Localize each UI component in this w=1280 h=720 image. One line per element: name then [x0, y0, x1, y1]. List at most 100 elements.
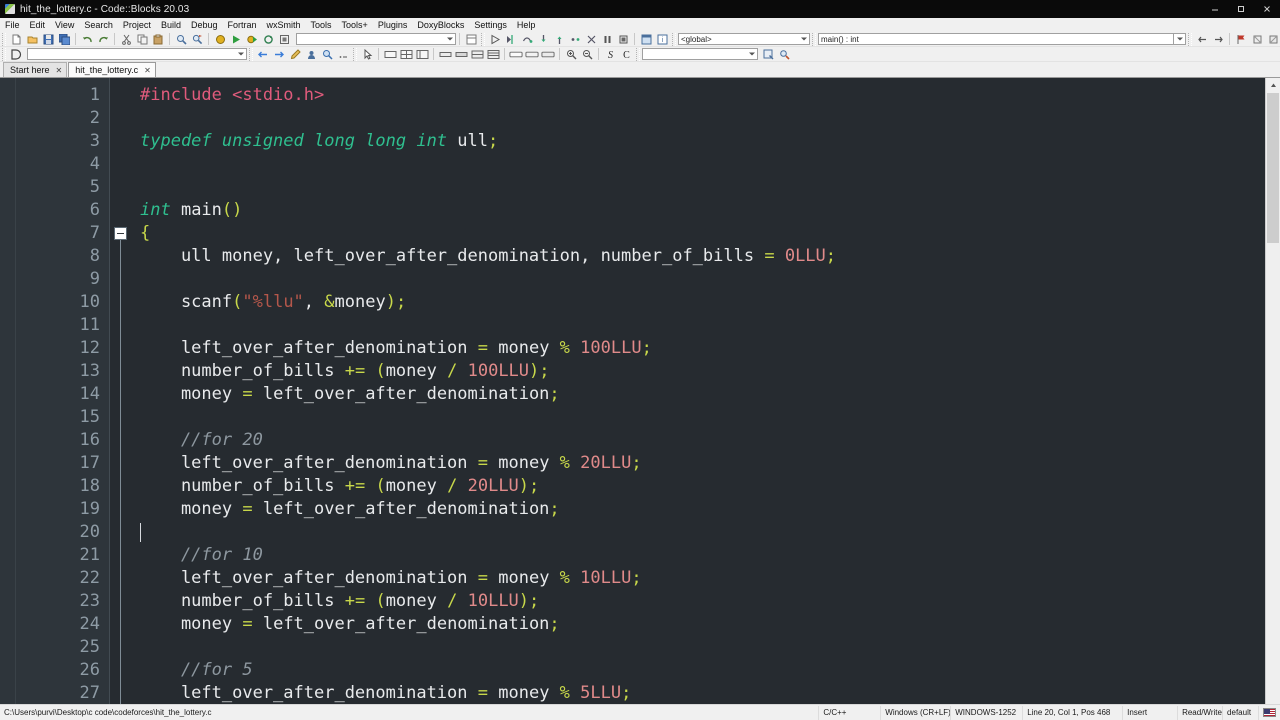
debugging-windows-icon[interactable] [639, 33, 653, 46]
fold-row[interactable] [110, 337, 138, 360]
tab-start-here[interactable]: Start here ✕ [3, 62, 68, 77]
menu-item-help[interactable]: Help [512, 18, 541, 32]
find-symbol-icon[interactable] [761, 48, 775, 61]
fold-row[interactable] [110, 176, 138, 199]
fold-row[interactable] [110, 498, 138, 521]
search-input[interactable] [642, 48, 758, 60]
save-all-icon[interactable] [57, 33, 71, 46]
build-icon[interactable] [213, 33, 227, 46]
menu-item-tools-plus[interactable]: Tools+ [337, 18, 373, 32]
fold-row[interactable] [110, 429, 138, 452]
fold-row[interactable] [110, 153, 138, 176]
box2-icon[interactable] [525, 48, 539, 61]
close-icon[interactable]: ✕ [144, 66, 151, 75]
next-icon[interactable] [1211, 33, 1225, 46]
menu-item-build[interactable]: Build [156, 18, 186, 32]
breakpoint3-icon[interactable] [1266, 33, 1280, 46]
menu-item-project[interactable]: Project [118, 18, 156, 32]
menu-item-fortran[interactable]: Fortran [222, 18, 261, 32]
build-options-icon[interactable] [464, 33, 478, 46]
fold-row[interactable] [110, 107, 138, 130]
debug-next-instruction-icon[interactable] [568, 33, 582, 46]
fold-margin[interactable] [110, 78, 138, 704]
toolbar-grip[interactable] [636, 47, 640, 61]
fold-row[interactable] [110, 475, 138, 498]
panel-icon[interactable] [383, 48, 397, 61]
menu-item-wxsmith[interactable]: wxSmith [262, 18, 306, 32]
save-icon[interactable] [41, 33, 55, 46]
new-file-icon[interactable] [9, 33, 23, 46]
debug-continue-icon[interactable] [488, 33, 502, 46]
run-icon[interactable] [229, 33, 243, 46]
vbox-icon[interactable] [470, 48, 484, 61]
debug-step-into-icon[interactable] [536, 33, 550, 46]
highlight-icon[interactable] [288, 48, 302, 61]
cut-icon[interactable] [119, 33, 133, 46]
doxyblocks-combo[interactable] [27, 48, 247, 60]
undo-icon[interactable] [80, 33, 94, 46]
fold-row[interactable] [110, 383, 138, 406]
zoom-out-icon[interactable] [580, 48, 594, 61]
vertical-scrollbar[interactable] [1265, 78, 1280, 704]
scope-combo[interactable]: <global> [678, 33, 810, 45]
symbol-s-icon[interactable]: S [603, 48, 617, 61]
fold-row[interactable] [110, 199, 138, 222]
maximize-button[interactable] [1228, 0, 1254, 18]
toolbar-grip[interactable] [2, 47, 6, 61]
debug-stop-icon[interactable] [616, 33, 630, 46]
fold-row[interactable] [110, 682, 138, 704]
code-text-area[interactable]: #include <stdio.h> typedef unsigned long… [138, 78, 1280, 704]
replace-icon[interactable] [190, 33, 204, 46]
fold-row[interactable] [110, 567, 138, 590]
fold-collapse-icon[interactable] [114, 227, 127, 240]
box-icon[interactable] [509, 48, 523, 61]
menu-item-debug[interactable]: Debug [186, 18, 223, 32]
breakpoint-icon[interactable] [1234, 33, 1248, 46]
toolbar-grip[interactable] [353, 47, 357, 61]
menu-item-view[interactable]: View [50, 18, 79, 32]
back-icon[interactable] [256, 48, 270, 61]
build-and-run-icon[interactable] [245, 33, 259, 46]
close-button[interactable] [1254, 0, 1280, 18]
toolbar-grip[interactable] [672, 32, 676, 46]
toolbar-grip[interactable] [812, 32, 816, 46]
symbol-c-icon[interactable]: C [619, 48, 633, 61]
search-decl-icon[interactable] [320, 48, 334, 61]
debug-step-out-icon[interactable] [552, 33, 566, 46]
status-keyboard-layout[interactable] [1259, 706, 1280, 720]
debug-run-to-cursor-icon[interactable] [504, 33, 518, 46]
hbox2-icon[interactable] [454, 48, 468, 61]
menu-item-edit[interactable]: Edit [25, 18, 51, 32]
list-icon[interactable] [415, 48, 429, 61]
fold-row[interactable] [110, 245, 138, 268]
toolbar-grip[interactable] [249, 47, 253, 61]
prev-icon[interactable] [1195, 33, 1209, 46]
menu-item-settings[interactable]: Settings [469, 18, 512, 32]
fold-row[interactable] [110, 590, 138, 613]
forward-icon[interactable] [272, 48, 286, 61]
open-file-icon[interactable] [25, 33, 39, 46]
toolbar-grip[interactable] [1188, 32, 1192, 46]
fold-row[interactable] [110, 613, 138, 636]
goto-icon[interactable] [304, 48, 318, 61]
tab-hit-the-lottery-c[interactable]: hit_the_lottery.c ✕ [68, 62, 156, 77]
fold-row[interactable] [110, 314, 138, 337]
fold-row[interactable] [110, 291, 138, 314]
minimize-button[interactable] [1202, 0, 1228, 18]
copy-icon[interactable] [135, 33, 149, 46]
close-icon[interactable]: ✕ [56, 66, 63, 75]
find-icon[interactable] [174, 33, 188, 46]
fold-row[interactable] [110, 544, 138, 567]
menu-item-plugins[interactable]: Plugins [373, 18, 413, 32]
hbox-icon[interactable] [438, 48, 452, 61]
scrollbar-thumb[interactable] [1267, 93, 1279, 243]
fold-row[interactable] [110, 222, 138, 704]
symbol-combo-arrow-box[interactable] [1173, 33, 1186, 45]
zoom-in-icon[interactable] [564, 48, 578, 61]
build-target-combo[interactable] [296, 33, 456, 45]
abort-icon[interactable] [277, 33, 291, 46]
fold-row[interactable] [110, 636, 138, 659]
toolbar-grip[interactable] [2, 32, 6, 46]
fold-row[interactable] [110, 406, 138, 429]
table-icon[interactable] [486, 48, 500, 61]
